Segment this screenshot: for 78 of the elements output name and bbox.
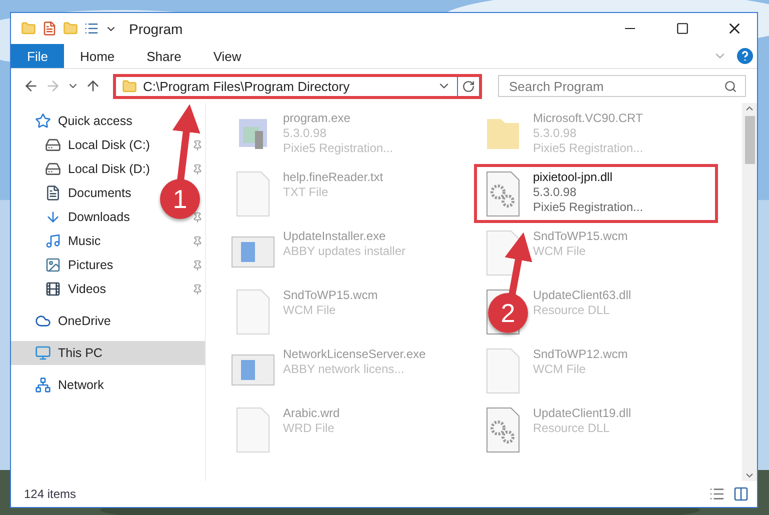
file-detail: WCM File — [533, 244, 587, 259]
sidebar-item[interactable]: Pictures — [45, 257, 114, 273]
drive-icon — [45, 161, 61, 177]
document-icon — [45, 185, 61, 201]
scroll-thumb[interactable] — [744, 116, 754, 164]
help-icon[interactable] — [737, 48, 753, 64]
star-icon — [35, 113, 51, 129]
maximize-icon — [676, 22, 688, 35]
sidebar-item[interactable]: OneDrive — [35, 313, 111, 329]
file-name: UpdateClient63.dll — [533, 288, 632, 303]
music-icon — [45, 233, 61, 249]
file-name: NetworkLicenseServer.exe — [283, 347, 426, 362]
sidebar-item[interactable]: Documents — [45, 185, 132, 201]
file-detail: TXT File — [283, 185, 330, 200]
item-count: 124 items — [24, 487, 78, 501]
file-detail: WCM File — [283, 303, 337, 318]
file-name: program.exe — [283, 111, 352, 126]
file-detail: Pixie5 Registration... — [283, 141, 394, 156]
network-icon — [35, 377, 51, 393]
sidebar-item[interactable]: This PC — [35, 345, 102, 361]
picture-icon — [45, 257, 61, 273]
ribbon-tab[interactable]: View — [197, 44, 258, 68]
ribbon-tab[interactable]: Home — [64, 44, 131, 68]
window-title: Program — [129, 20, 184, 36]
pin-icon[interactable] — [192, 212, 203, 222]
up-button[interactable] — [85, 78, 101, 94]
address-bar[interactable]: C:\Program Files\Program Directory — [113, 74, 482, 98]
file-name: pixietool-jpn.dll — [533, 170, 614, 185]
back-button[interactable] — [23, 78, 39, 94]
file-detail: 5.3.0.98 — [533, 126, 578, 141]
ribbon-tab[interactable]: Share — [130, 44, 198, 68]
file-name: Microsoft.VC90.CRT — [533, 111, 644, 126]
pin-icon[interactable] — [192, 284, 203, 294]
file-detail: WRD File — [283, 421, 336, 436]
download-icon — [45, 209, 61, 225]
large-icons-view-icon[interactable] — [733, 486, 749, 502]
file-detail: 5.3.0.98 — [533, 185, 578, 200]
file-detail: Resource DLL — [533, 421, 611, 436]
details-view-icon[interactable] — [709, 486, 725, 502]
properties-icon[interactable] — [42, 21, 57, 36]
file-detail: Pixie5 Registration... — [533, 200, 644, 215]
sidebar-item[interactable]: Videos — [45, 281, 106, 297]
minimize-icon — [625, 28, 635, 29]
arrow — [504, 232, 532, 296]
file-name: SndToWP15.wcm — [533, 229, 628, 244]
sidebar-item[interactable]: Local Disk (C:) — [45, 137, 150, 153]
file-name: SndToWP12.wcm — [533, 347, 628, 362]
cloud-icon — [35, 313, 51, 329]
file-name: UpdateClient19.dll — [533, 406, 632, 421]
pin-icon[interactable] — [192, 236, 203, 246]
pin-icon[interactable] — [192, 140, 203, 150]
search-field[interactable]: Search Program — [498, 75, 746, 97]
scrollbar[interactable] — [742, 103, 757, 481]
drive-icon — [45, 137, 61, 153]
file-name: help.fineReader.txt — [283, 170, 384, 185]
file-detail: Pixie5 Registration... — [533, 141, 644, 156]
sidebar-item[interactable]: Local Disk (D:) — [45, 161, 150, 177]
file-name: UpdateInstaller.exe — [283, 229, 387, 244]
folder-icon — [122, 78, 137, 94]
file-detail: ABBY updates installer — [283, 244, 406, 259]
refresh-icon — [462, 80, 475, 92]
file-name: Arabic.wrd — [283, 406, 340, 421]
film-icon — [45, 281, 61, 297]
file-detail: ABBY network licens... — [283, 362, 406, 377]
pin-icon[interactable] — [192, 260, 203, 270]
monitor-icon — [35, 345, 51, 361]
sidebar-item[interactable]: Music — [45, 233, 101, 249]
pin-icon[interactable] — [192, 164, 203, 174]
file-detail: 5.3.0.98 — [283, 126, 328, 141]
file-name: SndToWP15.wcm — [283, 288, 378, 303]
sidebar-item[interactable]: Downloads — [45, 209, 130, 225]
file-detail: WCM File — [533, 362, 587, 377]
sidebar-item[interactable]: Quick access — [35, 113, 132, 129]
search-icon — [724, 80, 737, 92]
view-icon[interactable] — [84, 21, 99, 36]
ribbon-tab[interactable]: File — [11, 44, 64, 68]
file-detail: Resource DLL — [533, 303, 611, 318]
sidebar-item[interactable]: Network — [35, 377, 104, 393]
